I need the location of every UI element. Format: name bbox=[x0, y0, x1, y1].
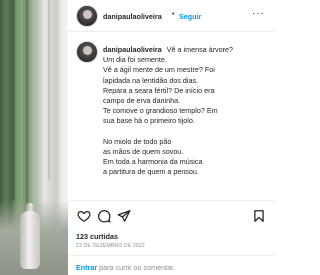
vase bbox=[20, 211, 40, 269]
header-username[interactable]: danipaulaoliveira bbox=[103, 12, 162, 21]
caption-line: Te comove o grandioso templo? Em bbox=[103, 106, 218, 116]
caption-line: Repara a seara fértil? De início era bbox=[103, 85, 215, 95]
login-link[interactable]: Entrar bbox=[76, 263, 97, 272]
share-icon[interactable] bbox=[115, 207, 133, 225]
more-options-icon[interactable]: ··· bbox=[252, 8, 265, 19]
login-prompt: Entrar para curtir ou comentar. bbox=[76, 263, 175, 272]
caption-username[interactable]: danipaulaoliveira bbox=[103, 45, 162, 54]
bookmark-icon[interactable] bbox=[250, 207, 268, 225]
caption-line: Vê a ágil mente de um mestre? Foi bbox=[103, 65, 215, 75]
post-header: danipaulaoliveira • Seguir ··· bbox=[68, 0, 275, 32]
login-prompt-text: para curtir ou comentar. bbox=[99, 263, 176, 272]
avatar[interactable] bbox=[76, 5, 98, 27]
curtain-fold bbox=[48, 0, 50, 180]
comment-icon[interactable] bbox=[95, 207, 113, 225]
curtain-fold bbox=[26, 0, 28, 210]
post-photo[interactable] bbox=[0, 0, 68, 275]
comment-bar: Entrar para curtir ou comentar. bbox=[68, 255, 275, 275]
post-caption: danipaulaoliveira Vê a imensa árvore? Um… bbox=[103, 45, 273, 178]
post-side-panel: danipaulaoliveira • Seguir ··· danipaula… bbox=[68, 0, 275, 275]
caption-line: Em toda a harmonia da música bbox=[103, 157, 203, 167]
caption-gap bbox=[103, 127, 273, 137]
post-date[interactable]: 23 DE DEZEMBRO DE 2022 bbox=[76, 243, 145, 249]
separator-dot: • bbox=[172, 11, 175, 18]
caption-line: Vê a imensa árvore? bbox=[166, 45, 234, 54]
caption-line: Um dia foi semente. bbox=[103, 55, 167, 65]
curtain-fold bbox=[12, 0, 15, 200]
caption-area: danipaulaoliveira Vê a imensa árvore? Um… bbox=[68, 33, 275, 198]
caption-line: as mãos de quem sovou. bbox=[103, 147, 184, 157]
avatar[interactable] bbox=[76, 41, 98, 63]
caption-line: lapidada na lentidão dos dias. bbox=[103, 75, 199, 85]
follow-button[interactable]: Seguir bbox=[179, 12, 201, 21]
caption-line: a partitura de quem a pensou. bbox=[103, 167, 199, 177]
action-bar bbox=[68, 200, 275, 228]
like-count[interactable]: 123 curtidas bbox=[76, 232, 118, 241]
caption-line: campo de erva daninha. bbox=[103, 96, 181, 106]
heart-icon[interactable] bbox=[75, 207, 93, 225]
caption-line: sua base há o primeiro tijolo. bbox=[103, 116, 195, 126]
caption-line: No miolo de todo pão bbox=[103, 136, 172, 146]
